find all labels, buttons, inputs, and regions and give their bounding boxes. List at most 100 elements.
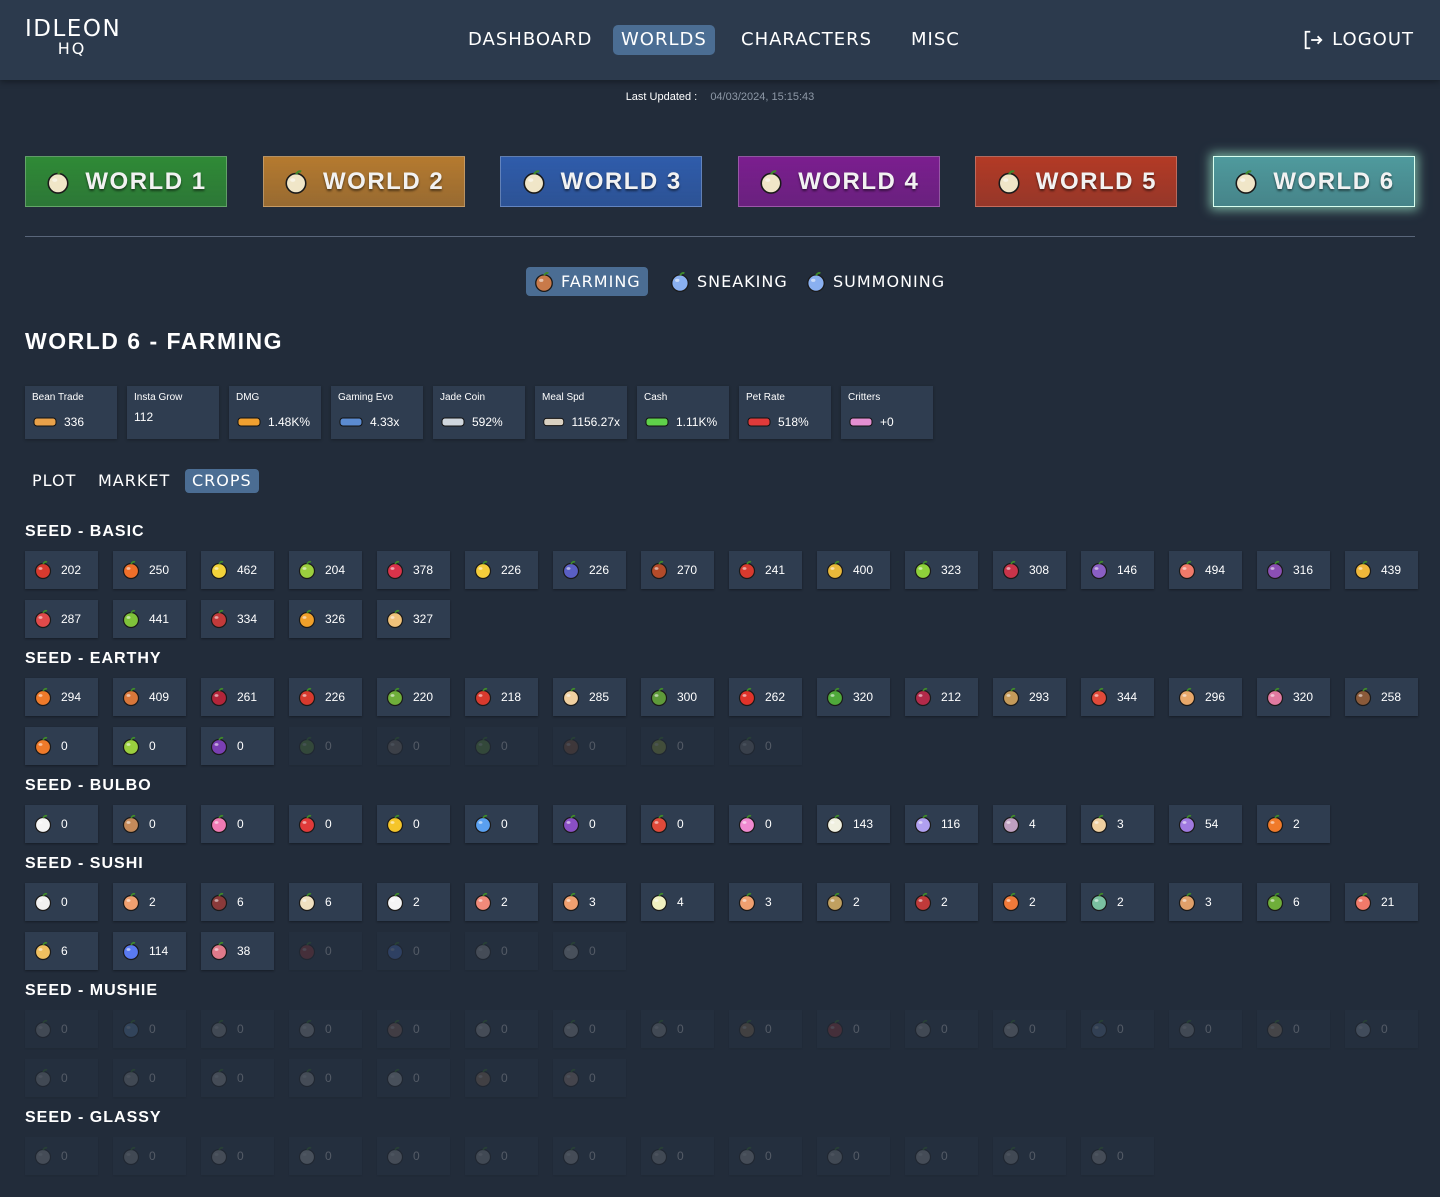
crop-tile[interactable]: 0: [553, 727, 626, 765]
crop-tile[interactable]: 0: [377, 727, 450, 765]
crop-tile[interactable]: 0: [641, 1010, 714, 1048]
crop-tile[interactable]: 441: [113, 600, 186, 638]
crop-tile[interactable]: 0: [729, 727, 802, 765]
crop-tile[interactable]: 226: [553, 551, 626, 589]
crop-tile[interactable]: 320: [1257, 678, 1330, 716]
nav-dashboard[interactable]: DASHBOARD: [460, 25, 600, 55]
crop-tile[interactable]: 0: [25, 883, 98, 921]
crop-tile[interactable]: 6: [201, 883, 274, 921]
crop-tile[interactable]: 0: [113, 805, 186, 843]
crop-tile[interactable]: 0: [817, 1010, 890, 1048]
crop-tile[interactable]: 204: [289, 551, 362, 589]
crop-tile[interactable]: 0: [1081, 1137, 1154, 1175]
crop-tile[interactable]: 0: [289, 1137, 362, 1175]
crop-tile[interactable]: 0: [993, 1010, 1066, 1048]
crop-tile[interactable]: 6: [25, 932, 98, 970]
crop-tile[interactable]: 0: [993, 1137, 1066, 1175]
crop-tile[interactable]: 0: [553, 932, 626, 970]
crop-tile[interactable]: 293: [993, 678, 1066, 716]
subnav-sneaking[interactable]: SNEAKING: [662, 267, 795, 296]
subnav-summoning[interactable]: SUMMONING: [798, 267, 952, 296]
crop-tile[interactable]: 146: [1081, 551, 1154, 589]
crop-tile[interactable]: 378: [377, 551, 450, 589]
crop-tile[interactable]: 0: [201, 1137, 274, 1175]
crop-tile[interactable]: 220: [377, 678, 450, 716]
crop-tile[interactable]: 439: [1345, 551, 1418, 589]
crop-tile[interactable]: 212: [905, 678, 978, 716]
crop-tile[interactable]: 6: [289, 883, 362, 921]
crop-tile[interactable]: 258: [1345, 678, 1418, 716]
crop-tile[interactable]: 0: [905, 1137, 978, 1175]
crop-tile[interactable]: 0: [201, 1059, 274, 1097]
crop-tile[interactable]: 494: [1169, 551, 1242, 589]
crop-tile[interactable]: 0: [25, 1137, 98, 1175]
crop-tile[interactable]: 0: [25, 1059, 98, 1097]
crop-tile[interactable]: 0: [553, 1059, 626, 1097]
crop-tile[interactable]: 0: [465, 1059, 538, 1097]
subnav-farming[interactable]: FARMING: [526, 267, 648, 296]
crop-tile[interactable]: 21: [1345, 883, 1418, 921]
crop-tile[interactable]: 0: [25, 805, 98, 843]
crop-tile[interactable]: 0: [377, 932, 450, 970]
crop-tile[interactable]: 0: [465, 1010, 538, 1048]
crop-tile[interactable]: 0: [729, 805, 802, 843]
crop-tile[interactable]: 300: [641, 678, 714, 716]
crop-tile[interactable]: 0: [729, 1010, 802, 1048]
crop-tile[interactable]: 250: [113, 551, 186, 589]
crop-tile[interactable]: 326: [289, 600, 362, 638]
crop-tile[interactable]: 0: [201, 805, 274, 843]
crop-tile[interactable]: 0: [289, 1059, 362, 1097]
tab-market[interactable]: MARKET: [91, 469, 177, 493]
crop-tile[interactable]: 296: [1169, 678, 1242, 716]
crop-tile[interactable]: 0: [377, 1137, 450, 1175]
crop-tile[interactable]: 0: [641, 805, 714, 843]
crop-tile[interactable]: 0: [729, 1137, 802, 1175]
crop-tile[interactable]: 2: [993, 883, 1066, 921]
crop-tile[interactable]: 400: [817, 551, 890, 589]
world-5-button[interactable]: WORLD 5: [975, 156, 1178, 207]
crop-tile[interactable]: 0: [201, 1010, 274, 1048]
crop-tile[interactable]: 0: [25, 1010, 98, 1048]
crop-tile[interactable]: 2: [377, 883, 450, 921]
crop-tile[interactable]: 0: [377, 1010, 450, 1048]
crop-tile[interactable]: 0: [113, 1059, 186, 1097]
nav-characters[interactable]: CHARACTERS: [733, 25, 880, 55]
crop-tile[interactable]: 0: [641, 1137, 714, 1175]
tab-crops[interactable]: CROPS: [185, 469, 259, 493]
crop-tile[interactable]: 2: [1081, 883, 1154, 921]
crop-tile[interactable]: 143: [817, 805, 890, 843]
crop-tile[interactable]: 285: [553, 678, 626, 716]
crop-tile[interactable]: 409: [113, 678, 186, 716]
crop-tile[interactable]: 3: [553, 883, 626, 921]
crop-tile[interactable]: 0: [465, 727, 538, 765]
crop-tile[interactable]: 0: [1345, 1010, 1418, 1048]
crop-tile[interactable]: 0: [201, 727, 274, 765]
crop-tile[interactable]: 323: [905, 551, 978, 589]
crop-tile[interactable]: 0: [465, 932, 538, 970]
crop-tile[interactable]: 0: [25, 727, 98, 765]
crop-tile[interactable]: 270: [641, 551, 714, 589]
crop-tile[interactable]: 114: [113, 932, 186, 970]
crop-tile[interactable]: 0: [113, 1137, 186, 1175]
crop-tile[interactable]: 0: [1169, 1010, 1242, 1048]
crop-tile[interactable]: 0: [113, 727, 186, 765]
crop-tile[interactable]: 287: [25, 600, 98, 638]
crop-tile[interactable]: 2: [817, 883, 890, 921]
crop-tile[interactable]: 334: [201, 600, 274, 638]
nav-misc[interactable]: MISC: [903, 25, 968, 55]
crop-tile[interactable]: 2: [1257, 805, 1330, 843]
crop-tile[interactable]: 0: [905, 1010, 978, 1048]
crop-tile[interactable]: 0: [289, 805, 362, 843]
crop-tile[interactable]: 0: [377, 1059, 450, 1097]
tab-plot[interactable]: PLOT: [25, 469, 83, 493]
logout-button[interactable]: LOGOUT: [1302, 25, 1414, 55]
crop-tile[interactable]: 0: [289, 727, 362, 765]
crop-tile[interactable]: 316: [1257, 551, 1330, 589]
crop-tile[interactable]: 0: [1257, 1010, 1330, 1048]
crop-tile[interactable]: 262: [729, 678, 802, 716]
world-6-button[interactable]: WORLD 6: [1213, 156, 1415, 207]
nav-worlds[interactable]: WORLDS: [613, 25, 715, 55]
crop-tile[interactable]: 226: [465, 551, 538, 589]
crop-tile[interactable]: 2: [113, 883, 186, 921]
crop-tile[interactable]: 0: [641, 727, 714, 765]
